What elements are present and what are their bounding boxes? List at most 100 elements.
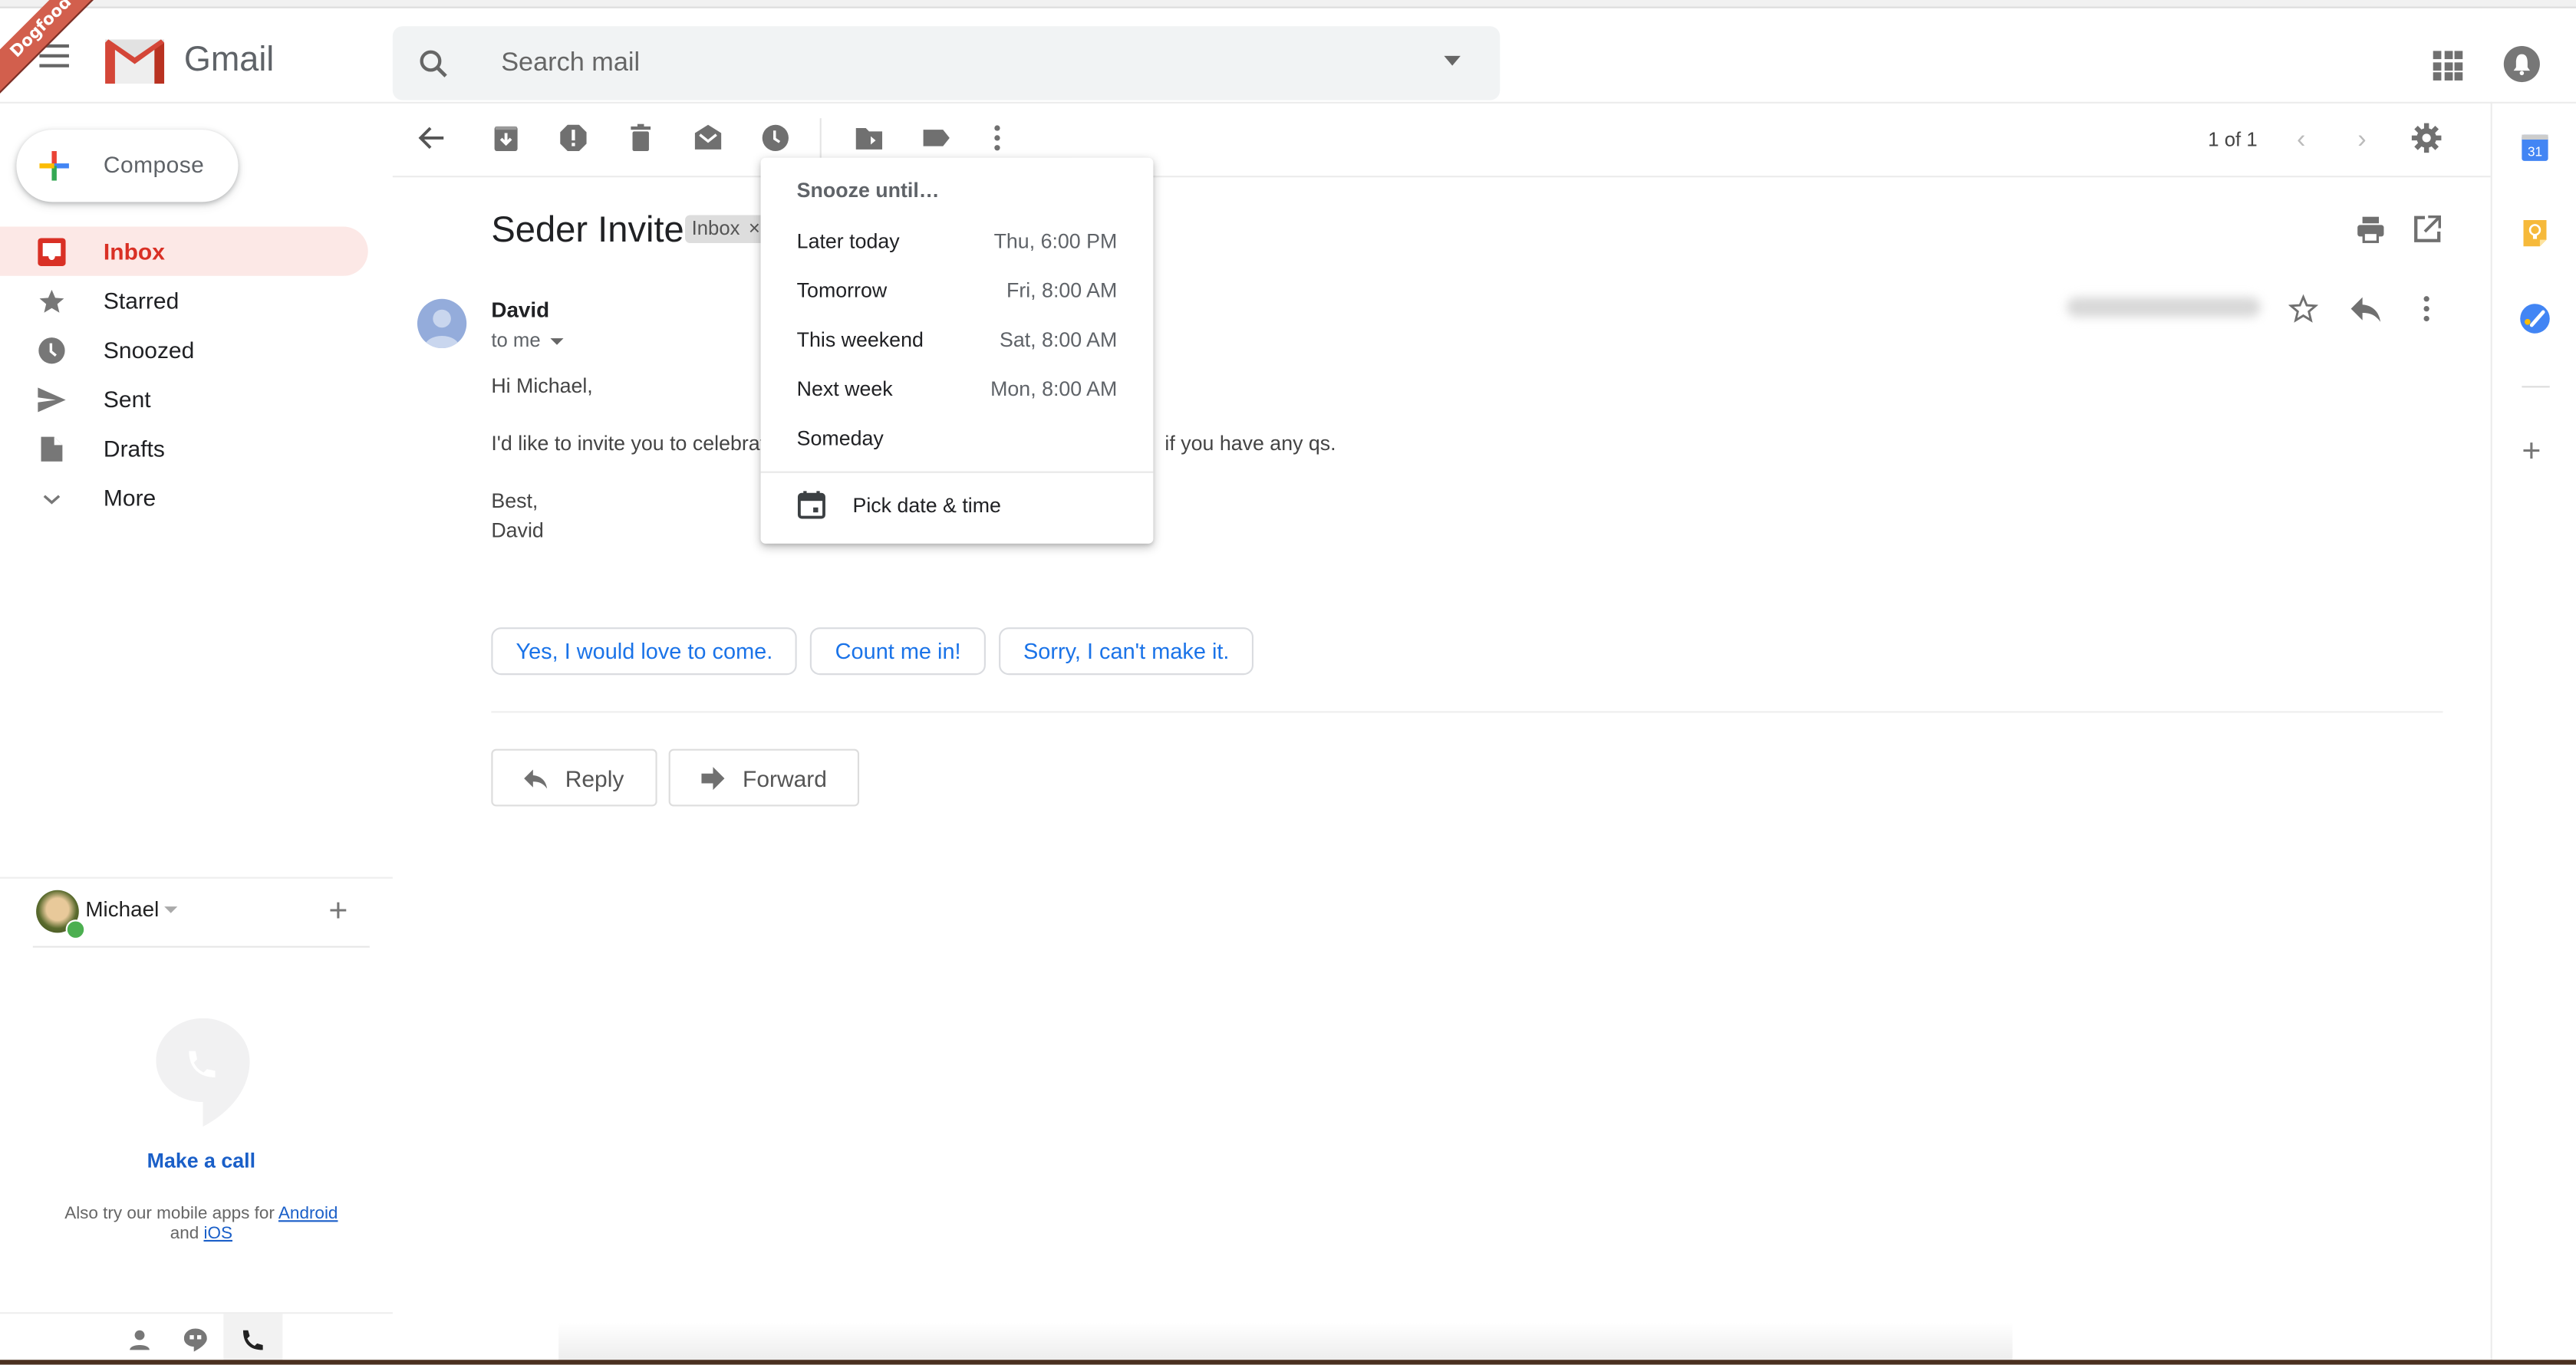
older-chevron-right-icon[interactable]: ›	[2357, 127, 2366, 156]
sidebar-item-label: Starred	[103, 287, 180, 314]
and-text: and	[170, 1223, 199, 1244]
sidebar-item-label: More	[103, 484, 156, 511]
google-tasks-icon[interactable]	[2518, 302, 2551, 335]
sidebar-item-snoozed[interactable]: Snoozed	[0, 325, 368, 374]
snooze-option-time: Sat, 8:00 AM	[999, 328, 1118, 352]
recipient-details-toggle[interactable]: to me	[491, 328, 564, 351]
message-body: Hi Michael, I'd like to invite you to ce…	[491, 371, 1336, 545]
forward-button[interactable]: Forward	[668, 748, 860, 807]
tab-contacts[interactable]	[110, 1314, 169, 1364]
smart-reply-chip[interactable]: Sorry, I can't make it.	[998, 627, 1254, 676]
hangouts-divider	[0, 877, 393, 879]
online-status-dot	[65, 919, 86, 939]
app-header: Gmail	[0, 8, 2576, 104]
sidebar-item-label: Drafts	[103, 435, 165, 462]
side-panel-separator	[2522, 386, 2550, 388]
newer-chevron-left-icon[interactable]: ‹	[2297, 127, 2305, 156]
message-subject: Seder Invite	[491, 208, 684, 250]
open-in-new-window-icon[interactable]	[2413, 215, 2441, 243]
clock-icon	[38, 337, 65, 364]
snooze-menu: Snooze until… Later today Thu, 6:00 PM T…	[760, 157, 1154, 544]
new-conversation-plus-icon[interactable]: +	[328, 893, 348, 931]
smart-reply-chip[interactable]: Count me in!	[810, 627, 986, 676]
google-calendar-icon[interactable]: 31	[2518, 131, 2551, 164]
recipient-caret-icon	[550, 337, 564, 345]
get-addons-plus-icon[interactable]: +	[2522, 433, 2541, 471]
person-icon	[130, 1329, 150, 1350]
search-input[interactable]	[497, 39, 1425, 89]
star-outline-icon[interactable]	[2288, 294, 2318, 324]
move-to-folder-icon[interactable]	[852, 121, 885, 154]
remove-label-x-icon[interactable]: ×	[749, 217, 760, 240]
snooze-option-label: Later today	[796, 229, 900, 253]
pick-date-time-label: Pick date & time	[852, 494, 1001, 518]
browser-top-strip	[0, 0, 2576, 8]
more-options-icon[interactable]	[981, 121, 1014, 154]
search-options-caret-icon[interactable]	[1444, 55, 1461, 66]
snooze-clock-icon[interactable]	[759, 121, 792, 154]
draft-icon	[41, 436, 63, 462]
snooze-menu-title: Snooze until…	[796, 179, 940, 202]
snooze-pick-date-time[interactable]: Pick date & time	[761, 481, 1154, 530]
chevron-down-icon	[43, 495, 61, 505]
inbox-label-chip[interactable]: Inbox ×	[685, 215, 767, 243]
sidebar-item-label: Snoozed	[103, 337, 195, 363]
search-icon[interactable]	[416, 46, 452, 82]
ios-link[interactable]: iOS	[203, 1223, 232, 1243]
mark-as-unread-icon[interactable]	[692, 121, 725, 154]
notifications-bell-icon[interactable]	[2503, 45, 2540, 83]
reply-button[interactable]: Reply	[491, 748, 657, 807]
status-dropdown-caret-icon[interactable]	[164, 906, 178, 913]
sidebar-item-inbox[interactable]: Inbox	[0, 226, 368, 276]
sender-name[interactable]: David	[491, 298, 549, 322]
sidebar-item-label: Sent	[103, 386, 151, 413]
snooze-option-label: Next week	[796, 377, 893, 401]
phone-icon	[242, 1329, 263, 1350]
google-apps-icon[interactable]	[2433, 51, 2463, 81]
snooze-option-next-week[interactable]: Next week Mon, 8:00 AM	[761, 364, 1154, 413]
android-link[interactable]: Android	[278, 1204, 338, 1224]
sidebar-item-sent[interactable]: Sent	[0, 374, 368, 423]
snooze-option-later-today[interactable]: Later today Thu, 6:00 PM	[761, 217, 1154, 266]
sidebar-item-starred[interactable]: Starred	[0, 276, 368, 325]
sidebar-item-drafts[interactable]: Drafts	[0, 424, 368, 473]
snooze-menu-separator	[760, 471, 1154, 473]
snooze-option-time: Fri, 8:00 AM	[1006, 279, 1118, 303]
archive-icon[interactable]	[489, 121, 522, 154]
snooze-option-someday[interactable]: Someday	[761, 414, 1154, 463]
make-a-call-link[interactable]: Make a call	[0, 1150, 403, 1173]
sidebar-item-more[interactable]: More	[0, 473, 368, 522]
back-arrow-icon[interactable]	[416, 121, 449, 154]
compose-button[interactable]: Compose	[16, 130, 239, 202]
hangouts-user-name[interactable]: Michael	[85, 896, 159, 921]
sender-avatar[interactable]	[417, 298, 467, 349]
sidebar-nav: Inbox Starred Snoozed Sent Drafts More	[0, 226, 368, 522]
body-signoff: Best,	[491, 489, 539, 513]
search-bar[interactable]	[392, 26, 1500, 100]
print-icon[interactable]	[2356, 215, 2386, 245]
side-panel-divider	[2490, 101, 2492, 1365]
hangouts-user-row: Michael +	[32, 886, 370, 948]
tab-conversations[interactable]	[166, 1314, 225, 1364]
message-more-options-icon[interactable]	[2415, 294, 2438, 324]
report-spam-icon[interactable]	[557, 121, 590, 154]
reply-arrow-icon[interactable]	[2349, 294, 2382, 324]
default-person-icon	[423, 309, 460, 349]
bottom-shadow	[558, 1321, 2013, 1365]
hangouts-quote-icon	[183, 1327, 207, 1351]
delete-trash-icon[interactable]	[624, 121, 657, 154]
body-signature: David	[491, 518, 544, 542]
snooze-option-tomorrow[interactable]: Tomorrow Fri, 8:00 AM	[761, 266, 1154, 315]
snooze-option-this-weekend[interactable]: This weekend Sat, 8:00 AM	[761, 315, 1154, 364]
label-tag-icon[interactable]	[920, 121, 953, 154]
smart-reply-chip[interactable]: Yes, I would love to come.	[491, 627, 798, 676]
settings-gear-icon[interactable]	[2410, 121, 2443, 154]
tab-phone[interactable]	[223, 1314, 283, 1365]
send-icon	[38, 387, 66, 413]
reply-label: Reply	[565, 764, 624, 791]
window-bottom-edge	[0, 1360, 2576, 1365]
calendar-day-text: 31	[2528, 143, 2542, 159]
snooze-option-label: Someday	[796, 426, 884, 450]
google-keep-icon[interactable]	[2518, 217, 2551, 250]
message-toolbar: 1 of 1 ‹ ›	[392, 102, 2491, 178]
